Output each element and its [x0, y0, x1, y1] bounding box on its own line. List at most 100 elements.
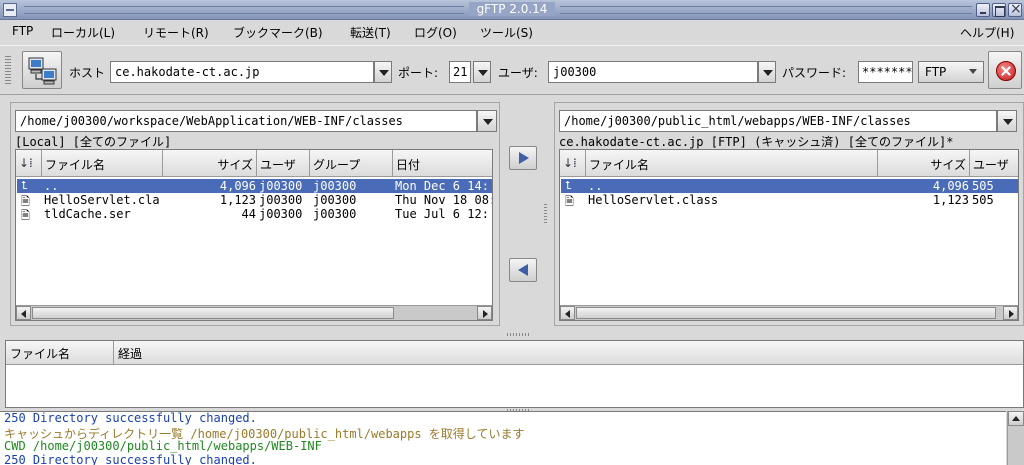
- log-line: CWD /home/j00300/public_html/webapps/WEB…: [4, 439, 322, 453]
- network-computers-icon: [28, 57, 57, 85]
- column-header-progress[interactable]: 経過: [114, 341, 1023, 365]
- local-path-input[interactable]: /home/j00300/workspace/WebApplication/WE…: [15, 110, 477, 132]
- remote-path-input[interactable]: /home/j00300/public_html/webapps/WEB-INF…: [559, 110, 997, 132]
- local-file-list[interactable]: ↓⁞ ファイル名 サイズ ユーザ グループ 日付 ⮤ .. 4,096 j003…: [15, 149, 493, 321]
- port-label: ポート:: [398, 66, 439, 80]
- chevron-down-icon: [969, 69, 977, 74]
- local-status: [Local] [全てのファイル]: [15, 135, 172, 149]
- column-header-date[interactable]: 日付: [393, 150, 492, 177]
- menu-transfer[interactable]: 転送(T): [350, 24, 391, 41]
- menu-log[interactable]: ログ(O): [414, 24, 457, 41]
- column-header-filename[interactable]: ファイル名: [6, 341, 114, 365]
- column-header-size[interactable]: サイズ: [878, 150, 970, 177]
- toolbar-grip[interactable]: [5, 56, 11, 86]
- sort-direction-header[interactable]: ↓⁞: [560, 150, 586, 177]
- file-user: j00300: [259, 207, 303, 221]
- column-header-user[interactable]: ユーザ: [970, 150, 1018, 177]
- scroll-up-button[interactable]: [1008, 411, 1024, 426]
- file-user: 505: [972, 193, 994, 207]
- remote-pane: /home/j00300/public_html/webapps/WEB-INF…: [554, 102, 1024, 326]
- file-name: HelloServlet.cla: [44, 193, 160, 207]
- file-size: 1,123: [932, 193, 969, 207]
- port-history-dropdown[interactable]: [473, 61, 491, 83]
- scrollbar-thumb[interactable]: [576, 307, 996, 319]
- minimize-button[interactable]: [976, 3, 990, 17]
- vertical-splitter-grip[interactable]: [507, 333, 531, 336]
- file-date: Thu Nov 18 08:: [395, 193, 493, 207]
- table-row[interactable]: ⮤ .. 4,096 j00300 j00300 Mon Dec 6 14:: [17, 179, 492, 193]
- column-header-size[interactable]: サイズ: [163, 150, 257, 177]
- file-size: 44: [241, 207, 256, 221]
- protocol-select[interactable]: FTP: [918, 61, 984, 83]
- log-view[interactable]: 250 Directory successfully changed. キャッシ…: [0, 411, 1006, 465]
- file-name: HelloServlet.class: [588, 193, 719, 207]
- file-name: tldCache.ser: [44, 207, 131, 221]
- table-row[interactable]: 🗎 HelloServlet.cla 1,123 j00300 j00300 T…: [17, 193, 493, 208]
- stop-button[interactable]: [988, 51, 1022, 89]
- column-header-group[interactable]: グループ: [310, 150, 393, 177]
- remote-status: ce.hakodate-ct.ac.jp [FTP] (キャッシュ済) [全ての…: [559, 135, 954, 149]
- connect-button[interactable]: [22, 51, 62, 89]
- password-label: パスワード:: [782, 66, 847, 80]
- port-input[interactable]: 21: [449, 61, 471, 83]
- local-horizontal-scrollbar[interactable]: [16, 305, 492, 320]
- remote-file-list[interactable]: ↓⁞ ファイル名 サイズ ユーザ ⮤ .. 4,096 505 🗎 HelloS…: [559, 149, 1019, 321]
- column-header-name[interactable]: ファイル名: [586, 150, 878, 177]
- arrow-left-icon: [518, 264, 528, 276]
- window-title: gFTP 2.0.14: [468, 2, 556, 16]
- sort-descending-icon: ↓⁞: [563, 156, 577, 170]
- transfer-queue[interactable]: ファイル名 経過: [5, 340, 1024, 408]
- scroll-left-button[interactable]: [16, 306, 31, 320]
- table-row[interactable]: ⮤ .. 4,096 505: [561, 179, 1018, 193]
- column-header-name[interactable]: ファイル名: [42, 150, 163, 177]
- upload-button[interactable]: [509, 146, 537, 170]
- file-size: 1,123: [219, 193, 256, 207]
- file-user: j00300: [259, 179, 303, 193]
- connection-toolbar: ホスト ce.hakodate-ct.ac.jp ポート: 21 ユーザ: j0…: [0, 45, 1024, 95]
- file-group: j00300: [313, 179, 357, 193]
- file-icon: 🗎: [565, 195, 574, 208]
- sort-descending-icon: ↓⁞: [19, 156, 33, 170]
- table-row[interactable]: 🗎 HelloServlet.class 1,123 505: [561, 193, 1018, 208]
- download-button[interactable]: [509, 258, 537, 282]
- host-history-dropdown[interactable]: [374, 61, 392, 83]
- menu-ftp[interactable]: FTP: [12, 24, 33, 38]
- menu-tools[interactable]: ツール(S): [480, 24, 533, 41]
- host-input[interactable]: ce.hakodate-ct.ac.jp: [110, 61, 374, 83]
- maximize-button[interactable]: [992, 3, 1006, 17]
- menu-bar: FTP ローカル(L) リモート(R) ブックマーク(B) 転送(T) ログ(O…: [0, 21, 1024, 43]
- scroll-right-button[interactable]: [1003, 306, 1018, 320]
- file-date: Mon Dec 6 14:: [395, 179, 489, 193]
- remote-horizontal-scrollbar[interactable]: [560, 305, 1018, 320]
- local-pane: /home/j00300/workspace/WebApplication/WE…: [10, 102, 500, 326]
- scrollbar-thumb[interactable]: [32, 307, 394, 319]
- user-label: ユーザ:: [498, 66, 538, 80]
- scroll-left-button[interactable]: [560, 306, 575, 320]
- pane-splitter-grip[interactable]: [544, 204, 547, 224]
- sort-direction-header[interactable]: ↓⁞: [16, 150, 42, 177]
- user-input[interactable]: j00300: [548, 61, 758, 83]
- close-button[interactable]: [1008, 1, 1022, 17]
- file-group: j00300: [313, 193, 357, 207]
- parent-directory-icon: ⮤: [21, 179, 28, 192]
- menu-local[interactable]: ローカル(L): [51, 24, 115, 41]
- file-name: ..: [44, 179, 59, 193]
- host-label: ホスト: [69, 66, 106, 80]
- password-input[interactable]: *******: [858, 61, 913, 83]
- file-icon: 🗎: [21, 209, 30, 222]
- user-history-dropdown[interactable]: [758, 61, 776, 83]
- protocol-value: FTP: [925, 65, 947, 79]
- stop-icon: [996, 61, 1016, 81]
- column-header-user[interactable]: ユーザ: [257, 150, 310, 177]
- log-vertical-scrollbar[interactable]: [1007, 411, 1024, 465]
- file-size: 4,096: [932, 179, 969, 193]
- scroll-right-button[interactable]: [477, 306, 492, 320]
- local-path-dropdown[interactable]: [477, 110, 497, 132]
- log-line: 250 Directory successfully changed.: [4, 453, 257, 465]
- menu-bookmark[interactable]: ブックマーク(B): [233, 24, 323, 41]
- menu-remote[interactable]: リモート(R): [143, 24, 209, 41]
- table-row[interactable]: 🗎 tldCache.ser 44 j00300 j00300 Tue Jul …: [17, 207, 492, 222]
- title-bar[interactable]: gFTP 2.0.14: [0, 0, 1024, 20]
- menu-help[interactable]: ヘルプ(H): [960, 24, 1014, 41]
- remote-path-dropdown[interactable]: [997, 110, 1017, 132]
